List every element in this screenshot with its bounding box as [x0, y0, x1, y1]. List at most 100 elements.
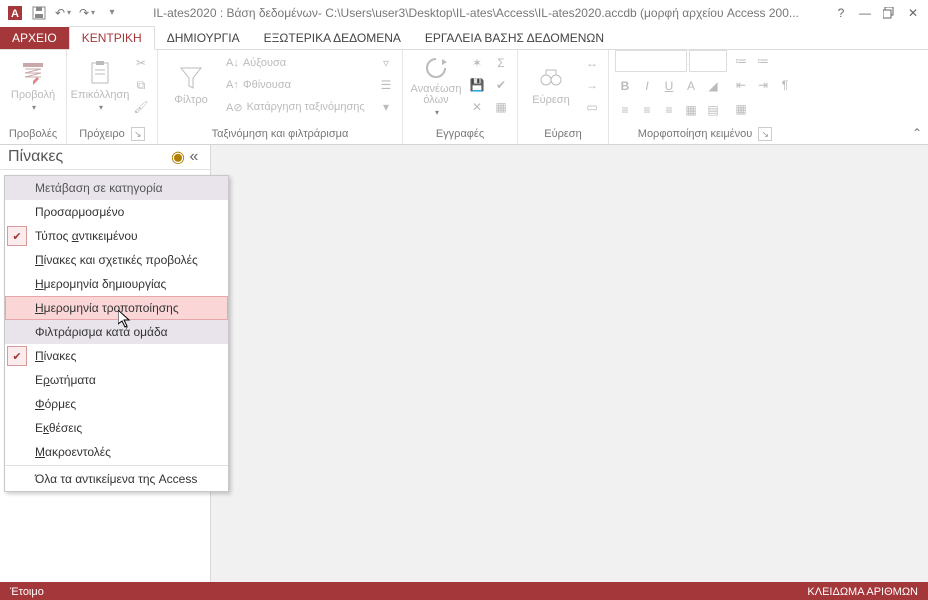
group-find-label: Εύρεση: [524, 124, 602, 144]
content-area: [211, 145, 928, 582]
ribbon-tabs: ΑΡΧΕΙΟ ΚΕΝΤΡΙΚΗ ΔΗΜΙΟΥΡΓΙΑ ΕΞΩΤΕΡΙΚΑ ΔΕΔ…: [0, 25, 928, 50]
menu-item-macros[interactable]: Μακροεντολές: [5, 440, 228, 464]
menu-item-tables-views[interactable]: Πίνακες και σχετικές προβολές: [5, 248, 228, 272]
group-sortfilter-label: Ταξινόμηση και φιλτράρισμα: [164, 124, 396, 144]
menu-item-created-date[interactable]: Ημερομηνία δημιουργίας: [5, 272, 228, 296]
close-icon[interactable]: ✕: [902, 2, 924, 24]
window-title: IL-ates2020 : Βάση δεδομένων- C:\Users\u…: [124, 6, 828, 20]
increase-indent-icon[interactable]: ⇥: [753, 75, 773, 95]
sort-clear-button[interactable]: A⊘Κατάργηση ταξινόμησης: [222, 97, 372, 117]
clipboard-launcher-icon[interactable]: ↘: [131, 127, 145, 141]
save-record-icon[interactable]: 💾: [467, 75, 487, 95]
italic-icon[interactable]: I: [637, 76, 657, 96]
status-numlock: ΚΛΕΙΔΩΜΑ ΑΡΙΘΜΩΝ: [807, 586, 918, 598]
menu-item-modified-date[interactable]: Ημερομηνία τροποποίησης: [5, 296, 228, 320]
menu-item-queries[interactable]: Ερωτήματα: [5, 368, 228, 392]
collapse-ribbon-icon[interactable]: ⌃: [912, 126, 922, 140]
delete-record-icon[interactable]: ✕: [467, 97, 487, 117]
sort-desc-button[interactable]: A↑Φθίνουσα: [222, 75, 372, 95]
menu-item-custom-label: Προσαρμοσμένο: [35, 205, 124, 219]
menu-item-reports[interactable]: Εκθέσεις: [5, 416, 228, 440]
tab-create[interactable]: ΔΗΜΙΟΥΡΓΙΑ: [155, 27, 252, 49]
status-ready: Έτοιμο: [10, 586, 44, 598]
cell-format-icon[interactable]: ▦: [731, 99, 751, 119]
menu-item-queries-label: Ερωτήματα: [35, 373, 96, 387]
align-right-icon[interactable]: ≡: [659, 100, 679, 120]
paste-button[interactable]: Επικόλληση ▾: [73, 52, 127, 118]
app-icon[interactable]: A: [4, 2, 26, 24]
menu-item-custom[interactable]: Προσαρμοσμένο: [5, 200, 228, 224]
nav-pane-header[interactable]: Πίνακες ◉ «: [0, 145, 210, 170]
decrease-indent-icon[interactable]: ⇤: [731, 75, 751, 95]
font-size-dropdown[interactable]: [689, 50, 727, 72]
select-icon[interactable]: ▭: [582, 97, 602, 117]
sort-desc-icon: A↑: [226, 79, 239, 91]
status-bar: Έτοιμο ΚΛΕΙΔΩΜΑ ΑΡΙΘΜΩΝ: [0, 582, 928, 600]
restore-icon[interactable]: [878, 2, 900, 24]
align-left-icon[interactable]: ≡: [615, 100, 635, 120]
menu-item-macros-label: Μακροεντολές: [35, 445, 111, 459]
underline-icon[interactable]: U: [659, 76, 679, 96]
totals-icon[interactable]: Σ: [491, 53, 511, 73]
menu-item-forms[interactable]: Φόρμες: [5, 392, 228, 416]
font-color-icon[interactable]: A: [681, 76, 701, 96]
view-button[interactable]: Προβολή ▾: [6, 52, 60, 118]
tab-home[interactable]: ΚΕΝΤΡΙΚΗ: [69, 26, 155, 50]
menu-item-tables-views-label: Πίνακες και σχετικές προβολές: [35, 253, 198, 267]
format-painter-icon[interactable]: 🖌: [131, 97, 151, 117]
group-find: Εύρεση ↔ → ▭ Εύρεση: [518, 50, 609, 144]
nav-category-dropdown-icon[interactable]: ◉: [170, 149, 186, 165]
sort-asc-button[interactable]: A↓Αύξουσα: [222, 53, 372, 73]
nav-pane-title: Πίνακες: [8, 148, 170, 166]
svg-text:A: A: [11, 8, 19, 20]
sort-asc-icon: A↓: [226, 57, 239, 69]
menu-item-object-type[interactable]: ✔ Τύπος αντικειμένου: [5, 224, 228, 248]
refresh-button[interactable]: Ανανέωση όλων ▾: [409, 52, 463, 118]
tab-file[interactable]: ΑΡΧΕΙΟ: [0, 27, 69, 49]
menu-item-tables[interactable]: ✔ Πίνακες: [5, 344, 228, 368]
text-direction-icon[interactable]: ¶: [775, 75, 795, 95]
spelling-icon[interactable]: ✔: [491, 75, 511, 95]
align-center-icon[interactable]: ≡: [637, 100, 657, 120]
alt-row-icon[interactable]: ▤: [703, 100, 723, 120]
tab-dbtools[interactable]: ΕΡΓΑΛΕΙΑ ΒΑΣΗΣ ΔΕΔΟΜΕΝΩΝ: [413, 27, 616, 49]
menu-separator: [5, 465, 228, 466]
find-label: Εύρεση: [532, 94, 569, 106]
group-textformat: B I U A ◢ ≡ ≡ ≡ ▦ ▤ ≔ ≔: [609, 50, 801, 144]
undo-icon[interactable]: ↶▾: [52, 2, 74, 24]
bullets-icon[interactable]: ≔: [731, 51, 751, 71]
numbering-icon[interactable]: ≔: [753, 51, 773, 71]
more-records-icon[interactable]: ▦: [491, 97, 511, 117]
minimize-icon[interactable]: —: [854, 2, 876, 24]
menu-item-tables-label: Πίνακες: [35, 349, 76, 363]
font-name-dropdown[interactable]: [615, 50, 687, 72]
menu-item-all-objects[interactable]: Όλα τα αντικείμενα της Access: [5, 467, 228, 491]
goto-icon[interactable]: →: [582, 75, 602, 95]
menu-item-modified-date-label: Ημερομηνία τροποποίησης: [35, 301, 179, 315]
copy-icon[interactable]: ⧉: [131, 75, 151, 95]
filter-label: Φίλτρο: [174, 94, 207, 106]
redo-icon[interactable]: ↷▾: [76, 2, 98, 24]
toggle-filter-icon[interactable]: ▾: [376, 97, 396, 117]
new-record-icon[interactable]: ✶: [467, 53, 487, 73]
textformat-launcher-icon[interactable]: ↘: [758, 127, 772, 141]
group-clipboard: Επικόλληση ▾ ✂ ⧉ 🖌 Πρόχειρο↘: [67, 50, 158, 144]
filter-button[interactable]: Φίλτρο: [164, 52, 218, 118]
save-icon[interactable]: [28, 2, 50, 24]
menu-item-object-type-label: Τύπος αντικειμένου: [35, 229, 138, 243]
help-icon[interactable]: ?: [830, 2, 852, 24]
cut-icon[interactable]: ✂: [131, 53, 151, 73]
selection-filter-icon[interactable]: ▿: [376, 53, 396, 73]
fill-color-icon[interactable]: ◢: [703, 76, 723, 96]
funnel-icon: [177, 64, 205, 92]
find-button[interactable]: Εύρεση: [524, 52, 578, 118]
binoculars-icon: [537, 64, 565, 92]
qat-customize-icon[interactable]: ▾: [100, 2, 122, 24]
advanced-filter-icon[interactable]: ☰: [376, 75, 396, 95]
gridlines-icon[interactable]: ▦: [681, 100, 701, 120]
nav-collapse-icon[interactable]: «: [186, 149, 202, 165]
replace-icon[interactable]: ↔: [582, 53, 602, 73]
tab-external[interactable]: ΕΞΩΤΕΡΙΚΑ ΔΕΔΟΜΕΝΑ: [252, 27, 413, 49]
title-bar: A ↶▾ ↷▾ ▾ IL-ates2020 : Βάση δεδομένων- …: [0, 0, 928, 25]
bold-icon[interactable]: B: [615, 76, 635, 96]
